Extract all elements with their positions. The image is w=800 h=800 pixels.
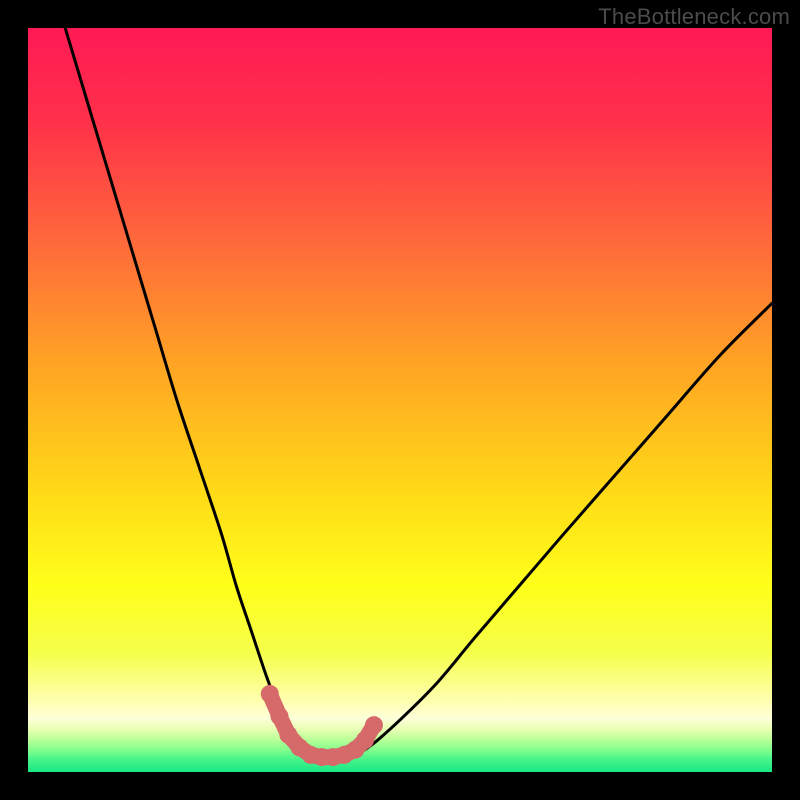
valley-marker-dot [365,716,383,734]
valley-markers-group [261,685,383,766]
plot-area [28,28,772,772]
watermark-text: TheBottleneck.com [598,4,790,30]
bottleneck-curve [65,28,772,762]
valley-marker-dot [270,707,288,725]
valley-marker-dot [261,685,279,703]
chart-frame: TheBottleneck.com [0,0,800,800]
curve-layer [28,28,772,772]
